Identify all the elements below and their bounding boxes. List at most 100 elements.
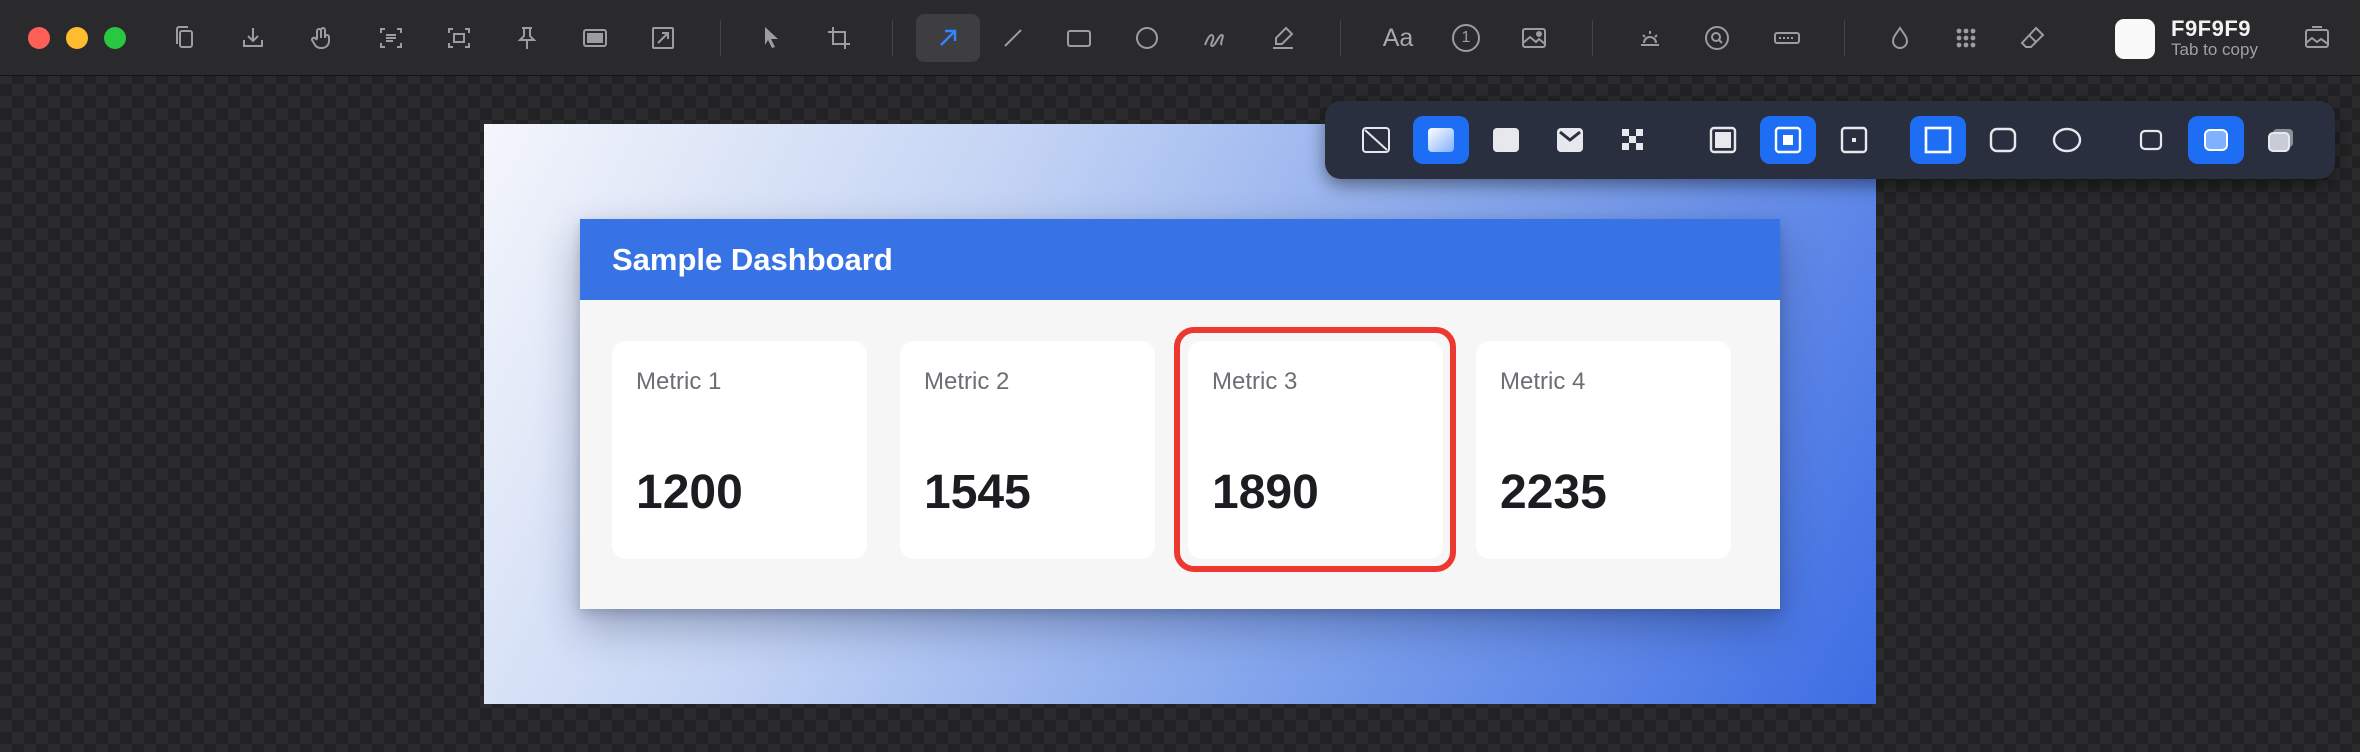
crop-tool-button[interactable] bbox=[814, 14, 864, 62]
rounded-corner-icon bbox=[1989, 127, 2017, 153]
metric-card: Metric 2 1545 bbox=[900, 341, 1155, 559]
counter-icon: 1 bbox=[1452, 24, 1480, 52]
pen-tool-button[interactable] bbox=[1190, 14, 1240, 62]
corner-rounded-button[interactable] bbox=[1975, 116, 2031, 164]
magnifier-icon bbox=[1705, 26, 1729, 50]
metric-value: 1200 bbox=[636, 466, 743, 519]
rectangle-icon bbox=[1067, 30, 1091, 47]
pen-icon bbox=[1204, 34, 1224, 47]
padding-large-icon bbox=[1709, 126, 1737, 154]
solid-background-button[interactable] bbox=[1478, 116, 1534, 164]
wallpaper-icon bbox=[1557, 128, 1583, 152]
toolbar-separator bbox=[1844, 20, 1845, 56]
maximize-window-button[interactable] bbox=[104, 27, 126, 49]
save-button[interactable] bbox=[228, 14, 278, 62]
gradient-background-button[interactable] bbox=[1413, 116, 1469, 164]
corner-circle-button[interactable] bbox=[2039, 116, 2095, 164]
pixelate-tool-button[interactable] bbox=[1941, 14, 1991, 62]
counter-tool-button[interactable]: 1 bbox=[1441, 14, 1491, 62]
background-tool-button[interactable] bbox=[570, 14, 620, 62]
hand-tool-button[interactable] bbox=[296, 14, 346, 62]
highlight-rectangle-annotation[interactable] bbox=[1174, 327, 1456, 572]
copy-button[interactable] bbox=[160, 14, 210, 62]
toolbar-separator bbox=[892, 20, 893, 56]
shadow-stacked-button[interactable] bbox=[2253, 116, 2309, 164]
metric-label: Metric 4 bbox=[1500, 368, 1586, 395]
download-icon bbox=[243, 28, 263, 47]
blur-icon bbox=[1774, 32, 1800, 44]
grid-icon bbox=[1956, 28, 1976, 48]
crop-icon bbox=[828, 27, 850, 49]
highlighter-tool-button[interactable] bbox=[1258, 14, 1308, 62]
rectangle-tool-button[interactable] bbox=[1054, 14, 1104, 62]
counter-label: 1 bbox=[1461, 29, 1471, 46]
color-swatch[interactable] bbox=[2115, 19, 2155, 59]
no-background-button[interactable] bbox=[1348, 116, 1404, 164]
wallpaper-button[interactable] bbox=[2292, 14, 2342, 62]
dashboard-header: Sample Dashboard bbox=[580, 219, 1780, 300]
resize-icon bbox=[652, 27, 674, 49]
square-corner-icon bbox=[1924, 126, 1952, 154]
no-background-icon bbox=[1362, 127, 1390, 153]
pin-icon bbox=[517, 27, 537, 49]
oval-corner-icon bbox=[2052, 127, 2082, 153]
metric-value: 2235 bbox=[1500, 466, 1607, 519]
metric-card: Metric 1 1200 bbox=[612, 341, 867, 559]
highlighter-icon bbox=[1273, 26, 1294, 49]
checkerboard-icon bbox=[1622, 129, 1643, 150]
text-tool-button[interactable]: Aa bbox=[1373, 14, 1423, 62]
toolbar: Aa 1 F9F9F9 Tab to copy bbox=[0, 0, 2360, 76]
eraser-tool-button[interactable] bbox=[2008, 14, 2058, 62]
metric-label: Metric 2 bbox=[924, 368, 1010, 395]
padding-medium-button[interactable] bbox=[1760, 116, 1816, 164]
wallpaper-icon bbox=[2305, 26, 2329, 48]
image-tool-button[interactable] bbox=[1509, 14, 1559, 62]
color-hint-label: Tab to copy bbox=[2171, 40, 2258, 59]
minimize-window-button[interactable] bbox=[66, 27, 88, 49]
ellipse-tool-button[interactable] bbox=[1122, 14, 1172, 62]
transparent-background-button[interactable] bbox=[1606, 116, 1662, 164]
resize-button[interactable] bbox=[638, 14, 688, 62]
pin-button[interactable] bbox=[502, 14, 552, 62]
line-tool-button[interactable] bbox=[988, 14, 1038, 62]
blur-tool-button[interactable] bbox=[1762, 14, 1812, 62]
stacked-shadow-icon bbox=[2268, 129, 2293, 152]
metric-card: Metric 4 2235 bbox=[1476, 341, 1731, 559]
color-picker-button[interactable] bbox=[1875, 14, 1925, 62]
capture-area-icon bbox=[448, 28, 470, 48]
capture-area-button[interactable] bbox=[434, 14, 484, 62]
close-window-button[interactable] bbox=[28, 27, 50, 49]
color-hex-label[interactable]: F9F9F9 bbox=[2171, 16, 2251, 42]
dashboard-title: Sample Dashboard bbox=[612, 242, 893, 277]
copy-icon bbox=[176, 26, 193, 48]
padding-large-button[interactable] bbox=[1695, 116, 1751, 164]
shadow-soft-button[interactable] bbox=[2188, 116, 2244, 164]
no-shadow-icon bbox=[2139, 129, 2163, 151]
toolbar-separator bbox=[1340, 20, 1341, 56]
ocr-button[interactable] bbox=[366, 14, 416, 62]
solid-color-icon bbox=[1493, 128, 1519, 152]
spotlight-tool-button[interactable] bbox=[1625, 14, 1675, 62]
wallpaper-background-button[interactable] bbox=[1542, 116, 1598, 164]
metric-value: 1545 bbox=[924, 466, 1031, 519]
padding-small-button[interactable] bbox=[1826, 116, 1882, 164]
image-icon bbox=[1522, 28, 1546, 48]
background-options-palette bbox=[1325, 101, 2335, 179]
select-tool-button[interactable] bbox=[746, 14, 796, 62]
eraser-icon bbox=[2020, 26, 2045, 48]
padding-small-icon bbox=[1840, 126, 1868, 154]
text-recognition-icon bbox=[380, 28, 402, 48]
shadow-none-button[interactable] bbox=[2123, 116, 2179, 164]
padding-medium-icon bbox=[1774, 126, 1802, 154]
spotlight-icon bbox=[1641, 31, 1659, 46]
metric-label: Metric 1 bbox=[636, 368, 722, 395]
gradient-icon bbox=[1428, 128, 1454, 152]
drop-icon bbox=[1891, 26, 1909, 49]
toolbar-separator bbox=[1592, 20, 1593, 56]
magnifier-tool-button[interactable] bbox=[1692, 14, 1742, 62]
background-icon bbox=[583, 29, 607, 47]
arrow-tool-button[interactable] bbox=[916, 14, 980, 62]
hand-icon bbox=[311, 27, 330, 49]
corner-square-button[interactable] bbox=[1910, 116, 1966, 164]
ellipse-icon bbox=[1136, 27, 1158, 49]
